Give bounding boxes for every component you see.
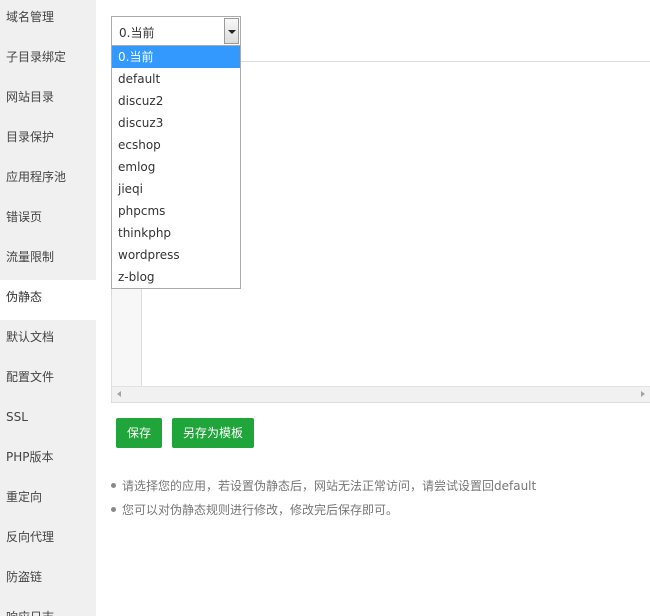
sidebar-item-config-file[interactable]: 配置文件 (0, 360, 96, 400)
editor-horizontal-scrollbar[interactable] (112, 386, 650, 402)
sidebar-item-subdir-binding[interactable]: 子目录绑定 (0, 40, 96, 80)
help-note: 请选择您的应用，若设置伪静态后，网站无法正常访问，请尝试设置回default (110, 476, 536, 500)
option-z-blog[interactable]: z-blog (112, 266, 240, 288)
help-notes: 请选择您的应用，若设置伪静态后，网站无法正常访问，请尝试设置回default 您… (110, 476, 536, 524)
help-note-text: 请选择您的应用，若设置伪静态后，网站无法正常访问，请尝试设置回default (122, 479, 537, 493)
option-emlog[interactable]: emlog (112, 156, 240, 178)
rewrite-template-select[interactable]: 0.当前 (111, 16, 241, 46)
sidebar-item-error-page[interactable]: 错误页 (0, 200, 96, 240)
option-wordpress[interactable]: wordpress (112, 244, 240, 266)
sidebar-item-ssl[interactable]: SSL (0, 400, 96, 440)
main-panel: 0.当前 0.当前 default discuz2 discuz3 ecshop… (96, 0, 650, 616)
select-current-value: 0.当前 (119, 26, 155, 40)
sidebar-item-default-document[interactable]: 默认文档 (0, 320, 96, 360)
option-thinkphp[interactable]: thinkphp (112, 222, 240, 244)
option-phpcms[interactable]: phpcms (112, 200, 240, 222)
sidebar-item-response-log[interactable]: 响应日志 (0, 600, 96, 616)
sidebar-item-redirect[interactable]: 重定向 (0, 480, 96, 520)
sidebar-item-dir-protection[interactable]: 目录保护 (0, 120, 96, 160)
bullet-icon (111, 507, 116, 512)
option-default[interactable]: default (112, 68, 240, 90)
scroll-right-arrow-icon[interactable] (641, 391, 645, 397)
help-note-text: 您可以对伪静态规则进行修改，修改完后保存即可。 (122, 503, 399, 517)
save-as-template-button[interactable]: 另存为模板 (172, 418, 254, 448)
sidebar-item-rewrite[interactable]: 伪静态 (0, 280, 96, 320)
sidebar-item-hotlink-protection[interactable]: 防盗链 (0, 560, 96, 600)
save-button[interactable]: 保存 (116, 418, 162, 448)
option-ecshop[interactable]: ecshop (112, 134, 240, 156)
option-current[interactable]: 0.当前 (112, 46, 240, 68)
option-jieqi[interactable]: jieqi (112, 178, 240, 200)
help-note: 您可以对伪静态规则进行修改，修改完后保存即可。 (110, 500, 536, 524)
sidebar: 域名管理 子目录绑定 网站目录 目录保护 应用程序池 错误页 流量限制 伪静态 … (0, 0, 96, 616)
sidebar-item-site-directory[interactable]: 网站目录 (0, 80, 96, 120)
option-discuz2[interactable]: discuz2 (112, 90, 240, 112)
sidebar-item-php-version[interactable]: PHP版本 (0, 440, 96, 480)
sidebar-item-traffic-limit[interactable]: 流量限制 (0, 240, 96, 280)
rewrite-template-dropdown: 0.当前 default discuz2 discuz3 ecshop emlo… (111, 45, 241, 289)
chevron-down-icon[interactable] (224, 18, 239, 44)
sidebar-item-domain[interactable]: 域名管理 (0, 0, 96, 40)
sidebar-item-app-pool[interactable]: 应用程序池 (0, 160, 96, 200)
bullet-icon (111, 483, 116, 488)
option-discuz3[interactable]: discuz3 (112, 112, 240, 134)
scroll-left-arrow-icon[interactable] (117, 391, 121, 397)
sidebar-item-reverse-proxy[interactable]: 反向代理 (0, 520, 96, 560)
